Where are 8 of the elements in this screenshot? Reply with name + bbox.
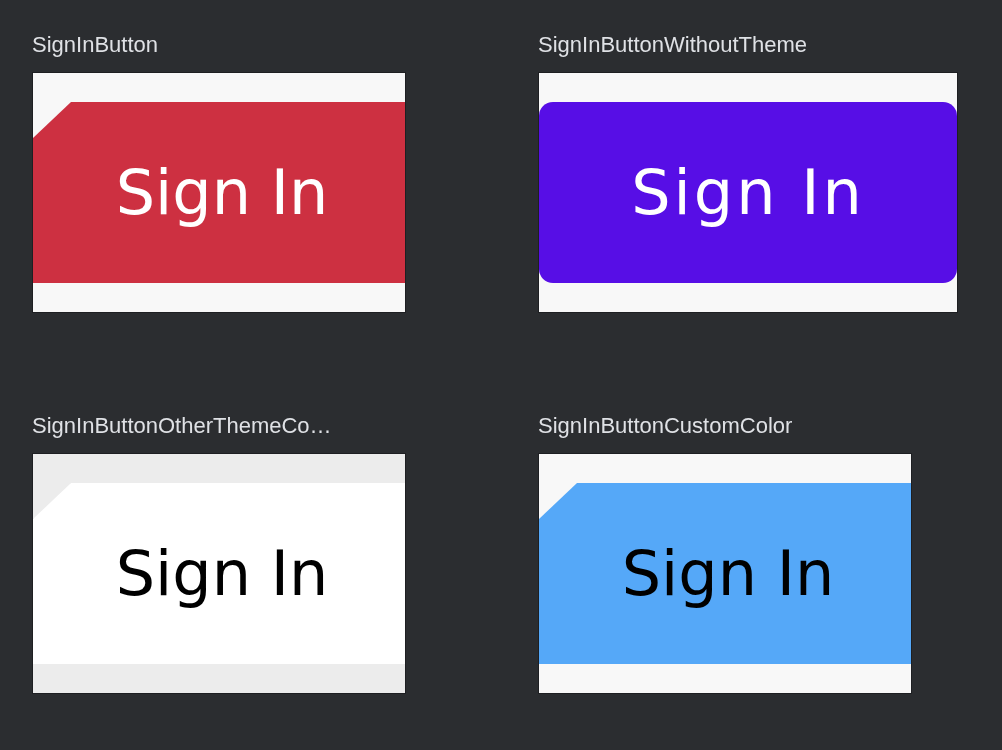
sign-in-button[interactable]: Sign In (33, 483, 405, 664)
sign-in-button[interactable]: Sign In (33, 102, 405, 283)
preview-title: SignInButtonCustomColor (538, 412, 793, 440)
sign-in-button[interactable]: Sign In (539, 483, 911, 664)
preview-title: SignInButtonOtherThemeCo… (32, 412, 332, 440)
sign-in-button[interactable]: Sign In (539, 102, 957, 283)
preview-title: SignInButtonWithoutTheme (538, 31, 808, 59)
preview-title: SignInButton (32, 31, 158, 59)
